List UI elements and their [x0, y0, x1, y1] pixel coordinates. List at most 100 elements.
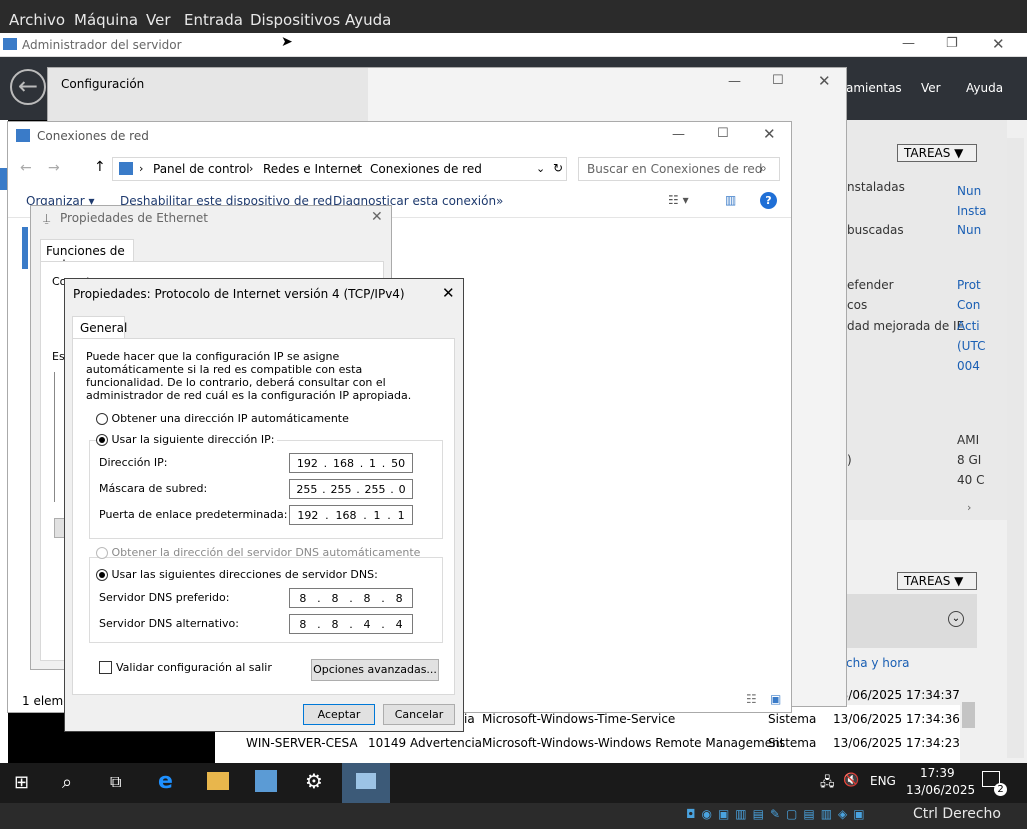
prop-value-8[interactable]: 004 [957, 359, 980, 373]
host-key-label: Ctrl Derecho [913, 806, 1001, 822]
search-box[interactable]: Buscar en Conexiones de red ⌕ [578, 157, 780, 181]
breadcrumb-conexiones[interactable]: Conexiones de red [370, 162, 482, 176]
prop-value-3[interactable]: Nun [957, 223, 981, 237]
ok-button[interactable]: Aceptar [303, 704, 375, 725]
right-scrollbar[interactable] [1007, 138, 1024, 758]
vbox-menu-ver[interactable]: Ver [146, 11, 171, 29]
prop-value-9: AMI [957, 433, 980, 447]
breadcrumb-redes[interactable]: Redes e Internet [263, 162, 362, 176]
vbox-device-icons[interactable]: ◘◉▣▥▤✎▢▤▥◈▣ [686, 807, 871, 821]
vbox-menu-archivo[interactable]: Archivo [9, 11, 65, 29]
event-row-3-id: 10149 [368, 736, 407, 750]
breadcrumb-panel[interactable]: Panel de control [153, 162, 250, 176]
task-view-icon[interactable]: ⧉ [110, 772, 121, 792]
subnet-mask-label: Máscara de subred: [99, 482, 208, 495]
net-close-icon[interactable]: ✕ [763, 125, 776, 143]
auto-ip-radio[interactable] [96, 413, 108, 425]
network-tray-icon[interactable]: 🖧 [820, 773, 835, 795]
tareas-button[interactable]: TAREAS ▼ [897, 144, 977, 162]
gateway-field[interactable]: 192. 168. 1. 1 [289, 505, 413, 525]
forward-icon[interactable]: → [48, 160, 60, 176]
minimize-icon[interactable]: — [902, 36, 915, 51]
properties-panel: TAREAS ▼ nstaladas buscadas efender cos … [847, 120, 1007, 520]
preview-pane-icon[interactable]: ▥ [725, 193, 736, 207]
manual-dns-radio[interactable] [96, 569, 108, 581]
manual-ip-option[interactable]: Usar la siguiente dirección IP: [96, 433, 278, 446]
net-minimize-icon[interactable]: — [672, 127, 685, 142]
tab-general[interactable]: General [72, 316, 128, 339]
back-icon[interactable]: ← [20, 160, 32, 176]
windows-start-icon[interactable]: ⊞ [14, 772, 29, 793]
up-icon[interactable]: ↑ [94, 159, 106, 175]
vbox-menu-dispositivos[interactable]: Dispositivos [250, 11, 340, 29]
chevron-right-icon: › [139, 162, 144, 175]
menu-ver[interactable]: Ver [921, 81, 941, 95]
ip-address-field[interactable]: 192. 168. 1. 50 [289, 453, 413, 473]
input-language[interactable]: ENG [870, 774, 896, 788]
prop-value-7[interactable]: (UTC [957, 339, 985, 353]
expand-chevron-icon[interactable]: ⌄ [948, 611, 964, 627]
manual-dns-option[interactable]: Usar las siguientes direcciones de servi… [96, 568, 381, 581]
vbox-menu-entrada[interactable]: Entrada [184, 11, 243, 29]
server-manager-taskbar-icon[interactable] [255, 770, 277, 792]
validate-checkbox[interactable] [99, 661, 112, 674]
tab-funciones-de-red[interactable]: Funciones de red [40, 239, 134, 272]
prop-value-5[interactable]: Con [957, 298, 980, 312]
ipv4-close-icon[interactable]: ✕ [442, 284, 455, 302]
close-icon[interactable]: ✕ [992, 35, 1005, 53]
config-minimize-icon[interactable]: — [728, 74, 741, 89]
scroll-right-icon[interactable]: › [967, 501, 971, 514]
events-scrollbar[interactable] [960, 680, 977, 763]
back-arrow-icon[interactable]: ← [10, 69, 46, 105]
search-icon[interactable]: ⌕ [760, 161, 767, 176]
address-bar[interactable]: › Panel de control › Redes e Internet › … [112, 157, 567, 181]
tiles-view-icon[interactable]: ▣ [770, 692, 781, 706]
file-explorer-icon[interactable] [207, 772, 229, 790]
maximize-icon[interactable]: ❐ [946, 36, 958, 51]
network-connections-taskbar-item[interactable] [342, 763, 390, 803]
prop-value-6[interactable]: Acti [957, 319, 980, 333]
config-maximize-icon[interactable]: ☐ [772, 73, 784, 88]
prop-value-4[interactable]: Prot [957, 278, 981, 292]
ethernet-close-icon[interactable]: ✕ [371, 209, 383, 225]
search-taskbar-icon[interactable]: ⌕ [62, 772, 72, 793]
manual-ip-radio[interactable] [96, 434, 108, 446]
col-fecha-hora[interactable]: cha y hora [846, 656, 910, 670]
internet-explorer-icon[interactable]: e [158, 769, 173, 794]
cancel-button[interactable]: Cancelar [383, 704, 455, 725]
advanced-options-button[interactable]: Opciones avanzadas... [311, 659, 439, 681]
auto-ip-option[interactable]: Obtener una dirección IP automáticamente [96, 412, 349, 425]
menu-herramientas[interactable]: amientas [846, 81, 902, 95]
menu-ayuda[interactable]: Ayuda [966, 81, 1003, 95]
vbox-menu-maquina[interactable]: Máquina [74, 11, 138, 29]
prop-value-2[interactable]: Insta [957, 204, 986, 218]
prop-label-1: nstaladas [847, 180, 905, 194]
ipv4-properties-dialog: Propiedades: Protocolo de Internet versi… [64, 278, 464, 732]
clock-date[interactable]: 13/06/2025 [906, 783, 975, 797]
tab-general-label: General [80, 321, 128, 335]
components-list[interactable] [54, 372, 62, 502]
view-options-icon[interactable]: ☷ ▾ [668, 193, 689, 207]
auto-dns-label: Obtener la dirección del servidor DNS au… [111, 546, 421, 559]
event-row-3-source: Microsoft-Windows-Windows Remote Managem… [482, 736, 785, 750]
subnet-mask-field[interactable]: 255. 255. 255. 0 [289, 479, 413, 499]
validate-option[interactable]: Validar configuración al salir [99, 661, 272, 674]
config-close-icon[interactable]: ✕ [818, 72, 831, 90]
prop-value-1[interactable]: Nun [957, 184, 981, 198]
vbox-menu-ayuda[interactable]: Ayuda [345, 11, 391, 29]
refresh-icon[interactable]: ↻ [553, 161, 563, 175]
prop-label-2: buscadas [847, 223, 904, 237]
settings-gear-icon[interactable]: ⚙ [305, 769, 323, 793]
toolbar-more[interactable]: » [496, 194, 503, 208]
dns-alternate-field[interactable]: 8.8.4.4 [289, 614, 413, 634]
volume-muted-icon[interactable]: 🔇 [843, 773, 859, 788]
details-view-icon[interactable]: ☷ [746, 692, 757, 706]
clock-time[interactable]: 17:39 [920, 766, 955, 780]
net-maximize-icon[interactable]: ☐ [717, 126, 729, 141]
events-scroll-thumb[interactable] [962, 702, 975, 728]
help-icon[interactable]: ? [760, 192, 777, 209]
dns-preferred-field[interactable]: 8.8.8.8 [289, 588, 413, 608]
chevron-right-icon: › [356, 162, 361, 175]
chevron-down-icon[interactable]: ⌄ [536, 162, 545, 175]
tareas-button-events[interactable]: TAREAS ▼ [897, 572, 977, 590]
